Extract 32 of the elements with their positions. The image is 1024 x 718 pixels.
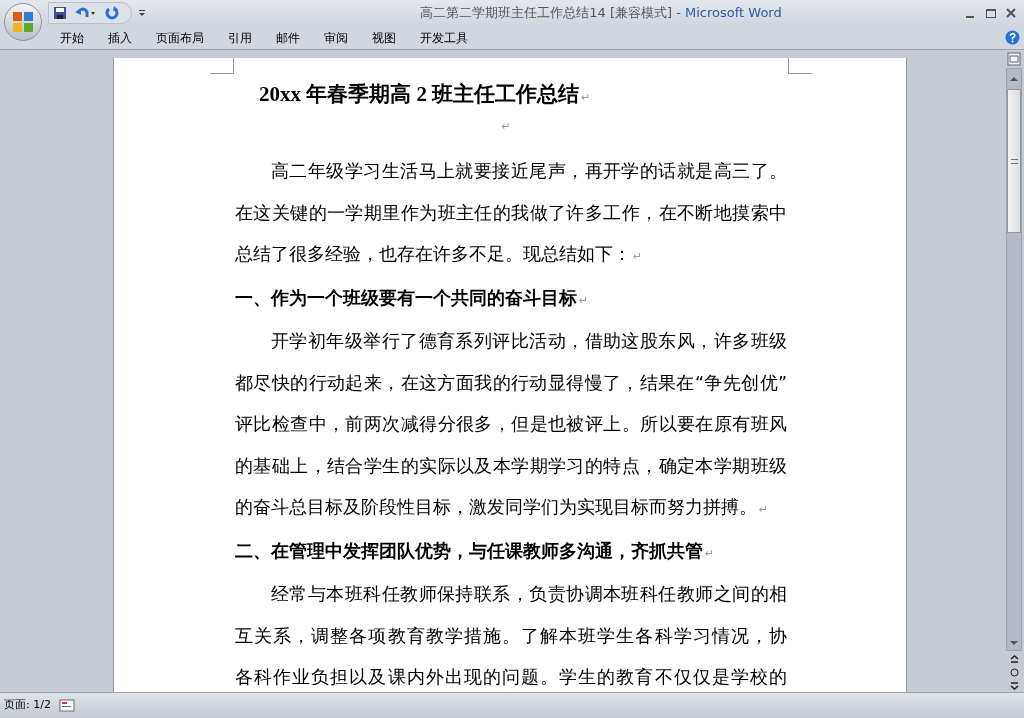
restore-button[interactable] — [986, 8, 996, 18]
browse-object-icon[interactable] — [1009, 668, 1019, 677]
next-page-icon[interactable] — [1009, 681, 1019, 690]
window-title: 高二第二学期班主任工作总结14 [兼容模式] - Microsoft Word — [420, 4, 782, 23]
body-paragraph: 经常与本班科任教师保持联系，负责协调本班科任教师之间的相 互关系，调整各项教育教学措施。了解本班学生各科学习情况，协 各科作业负担以及课内外出现的问题。学生的教育不仅仅是学校的 — [235, 583, 787, 689]
ribbon-tab[interactable]: 审阅 — [312, 26, 360, 49]
ribbon-tab[interactable]: 开始 — [48, 26, 96, 49]
ribbon-tab[interactable]: 引用 — [216, 26, 264, 49]
previous-page-icon[interactable] — [1009, 655, 1019, 664]
help-icon[interactable] — [1005, 30, 1020, 45]
ribbon-tab[interactable]: 视图 — [360, 26, 408, 49]
empty-paragraph-mark: ↵ — [501, 119, 511, 135]
document-title: 20xx 年春季期高 2 班主任工作总结↵ — [258, 81, 592, 108]
ruler-toggle-icon[interactable] — [1007, 52, 1021, 66]
undo-icon[interactable] — [75, 6, 97, 20]
body-paragraph: 高二年级学习生活马上就要接近尾声，再开学的话就是高三了。 在这关键的一学期里作为班主任的我做了许多工作，在不断地摸索中 总结了很多经验，也存在许多不足。现总结如下：↵ — [235, 160, 787, 266]
ribbon-tab[interactable]: 开发工具 — [408, 26, 480, 49]
redo-icon[interactable] — [105, 6, 119, 20]
vertical-scrollbar[interactable] — [1006, 68, 1022, 651]
page-count[interactable]: 页面: 1/2 — [4, 697, 51, 714]
ribbon-tab[interactable]: 页面布局 — [144, 26, 216, 49]
office-logo-button[interactable] — [4, 3, 42, 41]
section-heading: 一、作为一个班级要有一个共同的奋斗目标↵ — [235, 286, 590, 310]
ribbon-tab[interactable]: 插入 — [96, 26, 144, 49]
office-logo-icon — [12, 11, 34, 33]
customize-dropdown-icon[interactable] — [138, 9, 146, 17]
close-icon[interactable] — [1006, 8, 1016, 18]
ribbon-tab[interactable]: 邮件 — [264, 26, 312, 49]
body-paragraph: 开学初年级举行了德育系列评比活动，借助这股东风，许多班级 都尽快的行动起来，在这方面我的行动显得慢了，结果在“争先创优” 评比检查中，前两次减得分很多，但是也被评上。所以要在原有班风 的基础上，结合学生的实际以及本学期学习的特点，确定本学期班级 的奋斗总目标及阶段性目标，激发同学们为实现目标而努力拼搏。↵ — [235, 330, 787, 519]
section-heading: 二、在管理中发挥团队优势，与任课教师多沟通，齐抓共管↵ — [235, 539, 716, 563]
proofing-icon[interactable] — [58, 699, 75, 712]
save-icon[interactable] — [53, 6, 67, 20]
